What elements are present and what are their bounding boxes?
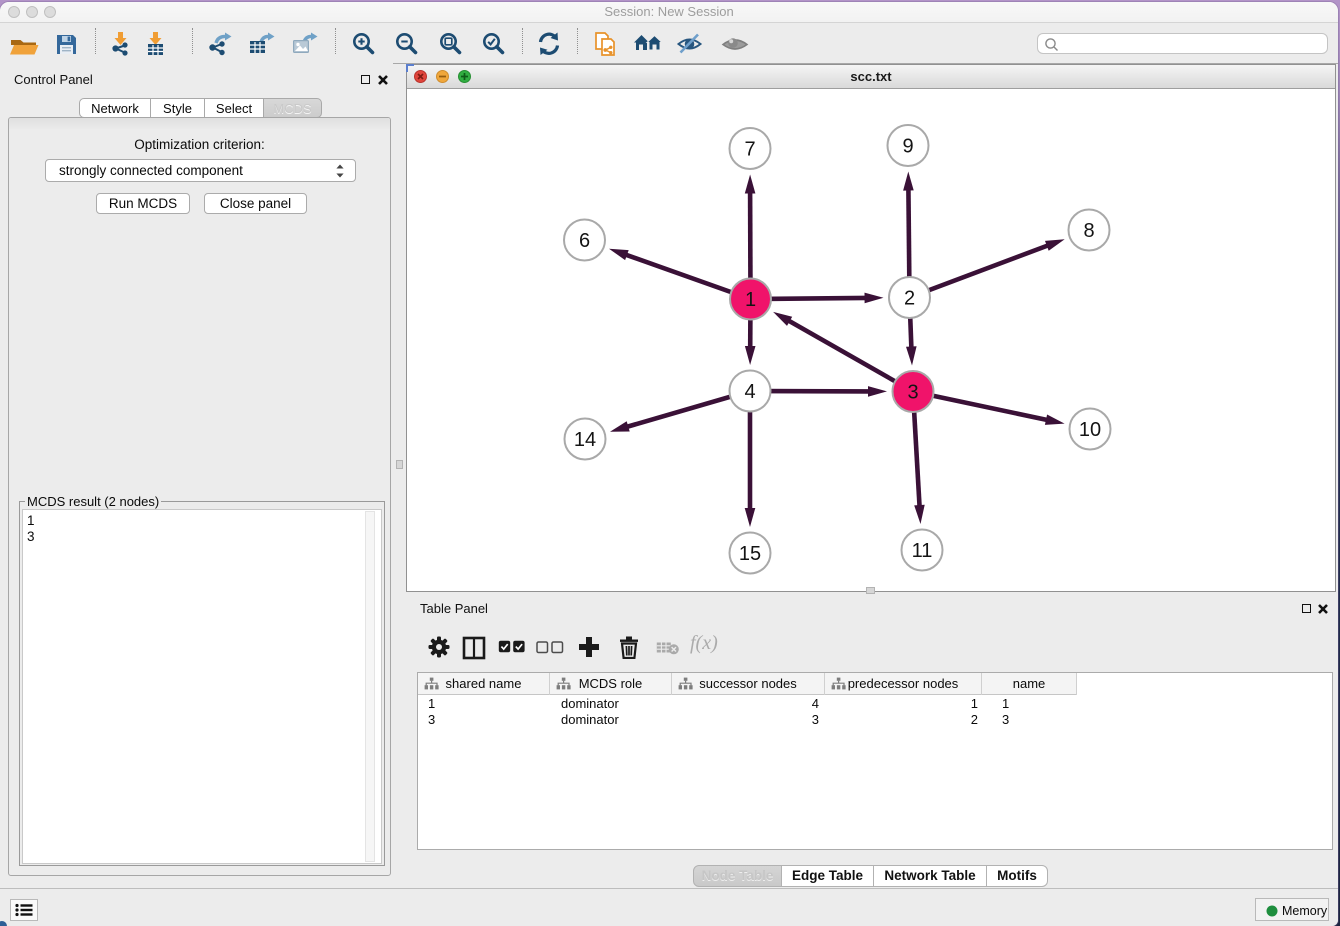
svg-text:10: 10 xyxy=(1079,419,1101,441)
svg-text:14: 14 xyxy=(574,429,596,451)
svg-text:6: 6 xyxy=(579,230,590,252)
svg-text:4: 4 xyxy=(744,381,755,403)
svg-text:7: 7 xyxy=(744,139,755,161)
svg-text:3: 3 xyxy=(907,382,918,404)
svg-text:2: 2 xyxy=(904,288,915,310)
svg-text:8: 8 xyxy=(1083,220,1094,242)
svg-text:1: 1 xyxy=(745,289,756,311)
svg-text:11: 11 xyxy=(912,540,933,562)
svg-text:9: 9 xyxy=(902,136,913,158)
svg-text:15: 15 xyxy=(739,543,761,565)
